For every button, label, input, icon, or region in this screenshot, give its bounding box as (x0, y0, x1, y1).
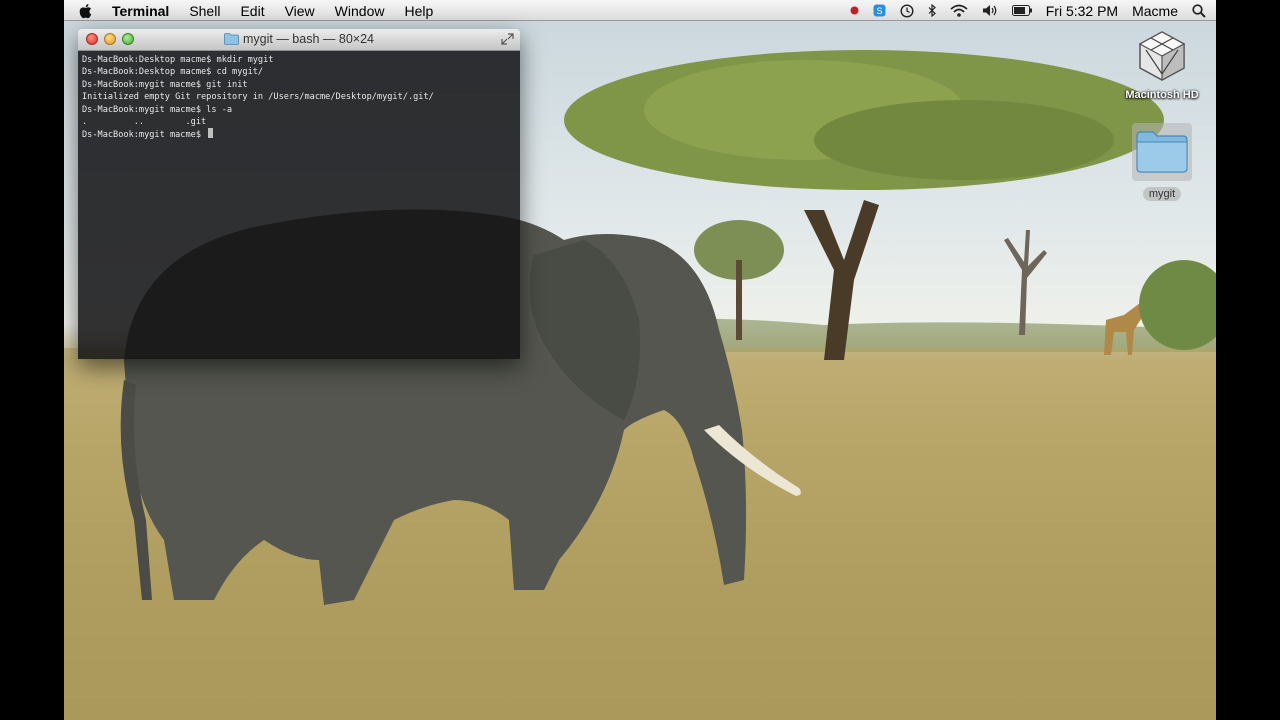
recording-dot-icon[interactable] (850, 6, 859, 15)
menu-bar: Terminal Shell Edit View Window Help S F… (64, 0, 1216, 21)
terminal-line: Ds-MacBook:Desktop macme$ mkdir mygit (82, 55, 274, 65)
menubar-clock[interactable]: Fri 5:32 PM (1046, 3, 1118, 19)
volume-icon[interactable] (982, 4, 998, 17)
terminal-line: Ds-MacBook:Desktop macme$ cd mygit/ (82, 67, 264, 78)
terminal-line: . .. .git (82, 116, 207, 127)
bluetooth-icon[interactable] (928, 4, 936, 17)
desktop-screen: Terminal Shell Edit View Window Help S F… (64, 0, 1216, 720)
terminal-line: Ds-MacBook:mygit macme$ git init (82, 79, 248, 90)
terminal-title: mygit — bash — 80×24 (78, 32, 520, 46)
desktop-icon-label: Macintosh HD (1125, 89, 1199, 101)
skype-icon[interactable]: S (873, 4, 886, 17)
svg-text:S: S (876, 6, 882, 16)
menu-shell[interactable]: Shell (189, 3, 220, 19)
terminal-window[interactable]: mygit — bash — 80×24 Ds-MacBook:Desktop … (78, 29, 520, 359)
spotlight-search-icon[interactable] (1192, 3, 1206, 18)
menu-edit[interactable]: Edit (240, 3, 264, 19)
menu-app-name[interactable]: Terminal (112, 3, 169, 19)
menubar-user[interactable]: Macme (1132, 3, 1178, 19)
folder-icon (1136, 131, 1188, 173)
menu-view[interactable]: View (285, 3, 315, 19)
battery-icon[interactable] (1011, 5, 1032, 16)
terminal-content[interactable]: Ds-MacBook:Desktop macme$ mkdir mygit Ds… (78, 51, 520, 359)
desktop-icon-macintosh-hd[interactable]: Macintosh HD (1122, 28, 1202, 101)
time-machine-icon[interactable] (900, 3, 914, 18)
terminal-line: Initialized empty Git repository in /Use… (82, 92, 434, 103)
terminal-prompt: Ds-MacBook:mygit macme$ (82, 130, 207, 141)
fullscreen-icon[interactable] (501, 33, 514, 45)
wifi-icon[interactable] (950, 4, 968, 17)
terminal-titlebar[interactable]: mygit — bash — 80×24 (78, 29, 520, 51)
desktop-icon-mygit-folder[interactable]: mygit (1130, 123, 1194, 202)
desktop-icon-label: mygit (1142, 187, 1182, 201)
menu-help[interactable]: Help (404, 3, 433, 19)
menu-window[interactable]: Window (335, 3, 385, 19)
icon-selection-highlight (1132, 123, 1192, 181)
hard-drive-icon (1138, 31, 1186, 82)
text-cursor (208, 128, 214, 139)
folder-icon (224, 33, 239, 45)
terminal-prompt-line[interactable]: Ds-MacBook:mygit macme$ (82, 128, 520, 140)
terminal-line: Ds-MacBook:mygit macme$ ls -a (82, 104, 233, 115)
terminal-title-text: mygit — bash — 80×24 (243, 32, 374, 46)
apple-menu-icon[interactable] (78, 3, 92, 19)
